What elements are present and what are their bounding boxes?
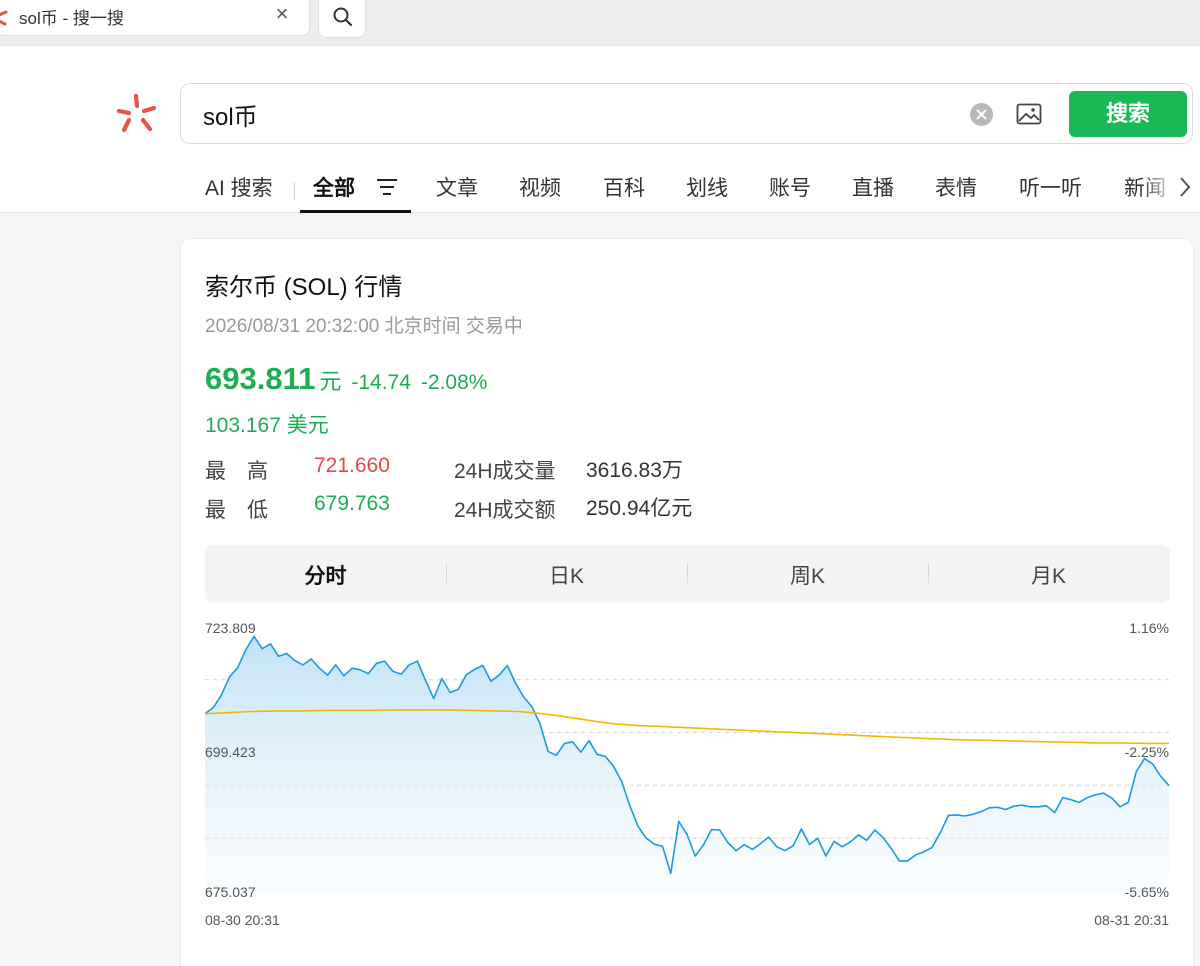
nav-divider (294, 182, 295, 200)
tab-ai-search[interactable]: AI 搜索 (205, 172, 273, 202)
quote-title: 索尔币 (SOL) 行情 (205, 274, 403, 301)
pct-axis-max-label: 1.16% (1129, 620, 1169, 636)
current-price: 693.811 (205, 361, 316, 396)
tab-search-button[interactable] (318, 0, 366, 38)
clear-icon[interactable] (970, 103, 993, 126)
search-icon (333, 7, 353, 27)
search-header: 搜索 AI 搜索 全部 文章 视频 百科 划线 账号 直播 表情 听一听 新闻 (0, 46, 1200, 213)
tab-all[interactable]: 全部 (313, 172, 355, 202)
low-label: 最 低 (205, 499, 268, 522)
x-axis-end-label: 08-31 20:31 (1094, 912, 1169, 928)
high-value: 721.660 (314, 454, 390, 477)
tab-daily-k[interactable]: 日K (446, 560, 687, 590)
filter-icon[interactable] (376, 178, 398, 196)
tab-title: sol币 - 搜一搜 (19, 9, 124, 28)
price-change-percent: -2.08% (420, 371, 488, 394)
price-unit: 元 (319, 369, 342, 394)
tab-intraday[interactable]: 分时 (205, 560, 446, 590)
search-nav: AI 搜索 全部 文章 视频 百科 划线 账号 直播 表情 听一听 新闻 (0, 162, 1200, 213)
tab-live[interactable]: 直播 (852, 172, 894, 202)
chart-period-tabs: 分时 日K 周K 月K (205, 545, 1170, 603)
tab-listen[interactable]: 听一听 (1019, 172, 1082, 202)
search-input[interactable] (203, 96, 943, 132)
price-area (205, 636, 1169, 891)
tab-accounts[interactable]: 账号 (769, 172, 811, 202)
favicon-icon (0, 2, 9, 30)
image-search-icon[interactable] (1016, 103, 1042, 125)
volume-value: 3616.83万 (586, 459, 683, 482)
tab-encyclopedia[interactable]: 百科 (603, 172, 645, 202)
x-axis-start-label: 08-30 20:31 (205, 912, 280, 928)
tab-videos[interactable]: 视频 (519, 172, 561, 202)
y-axis-min-label: 675.037 (205, 884, 256, 900)
browser-tab-strip: sol币 - 搜一搜 × (0, 0, 1200, 46)
intraday-chart[interactable]: 723.809 699.423 675.037 1.16% -2.25% -5.… (181, 611, 1195, 941)
y-axis-mid-label: 699.423 (205, 744, 256, 760)
price-change: -14.74 (351, 371, 411, 394)
close-icon[interactable]: × (269, 2, 295, 28)
quote-timestamp: 2026/08/31 20:32:00 北京时间 交易中 (205, 316, 523, 337)
turnover-label: 24H成交额 (454, 499, 556, 522)
search-button[interactable]: 搜索 (1069, 91, 1187, 137)
search-box: 搜索 (180, 83, 1193, 144)
high-label: 最 高 (205, 460, 268, 483)
pct-axis-min-label: -5.65% (1125, 884, 1169, 900)
nav-fade (1140, 162, 1178, 210)
tab-highlights[interactable]: 划线 (686, 172, 728, 202)
active-tab-underline (300, 210, 411, 213)
volume-label: 24H成交量 (454, 460, 556, 483)
y-axis-max-label: 723.809 (205, 620, 256, 636)
low-value: 679.763 (314, 492, 390, 515)
chevron-right-icon[interactable] (1178, 176, 1192, 198)
tab-stickers[interactable]: 表情 (935, 172, 977, 202)
turnover-value: 250.94亿元 (586, 497, 693, 520)
tab-weekly-k[interactable]: 周K (687, 560, 928, 590)
tab-articles[interactable]: 文章 (436, 172, 478, 202)
souyisou-logo-icon (116, 93, 157, 133)
browser-tab[interactable]: sol币 - 搜一搜 × (0, 0, 310, 36)
pct-axis-mid-label: -2.25% (1125, 744, 1169, 760)
sol-quote-card: 索尔币 (SOL) 行情 2026/08/31 20:32:00 北京时间 交易… (180, 238, 1194, 966)
usd-price: 103.167 美元 (205, 414, 329, 437)
price-row: 693.811 元 -14.74 -2.08% (205, 361, 487, 397)
tab-monthly-k[interactable]: 月K (928, 560, 1169, 590)
